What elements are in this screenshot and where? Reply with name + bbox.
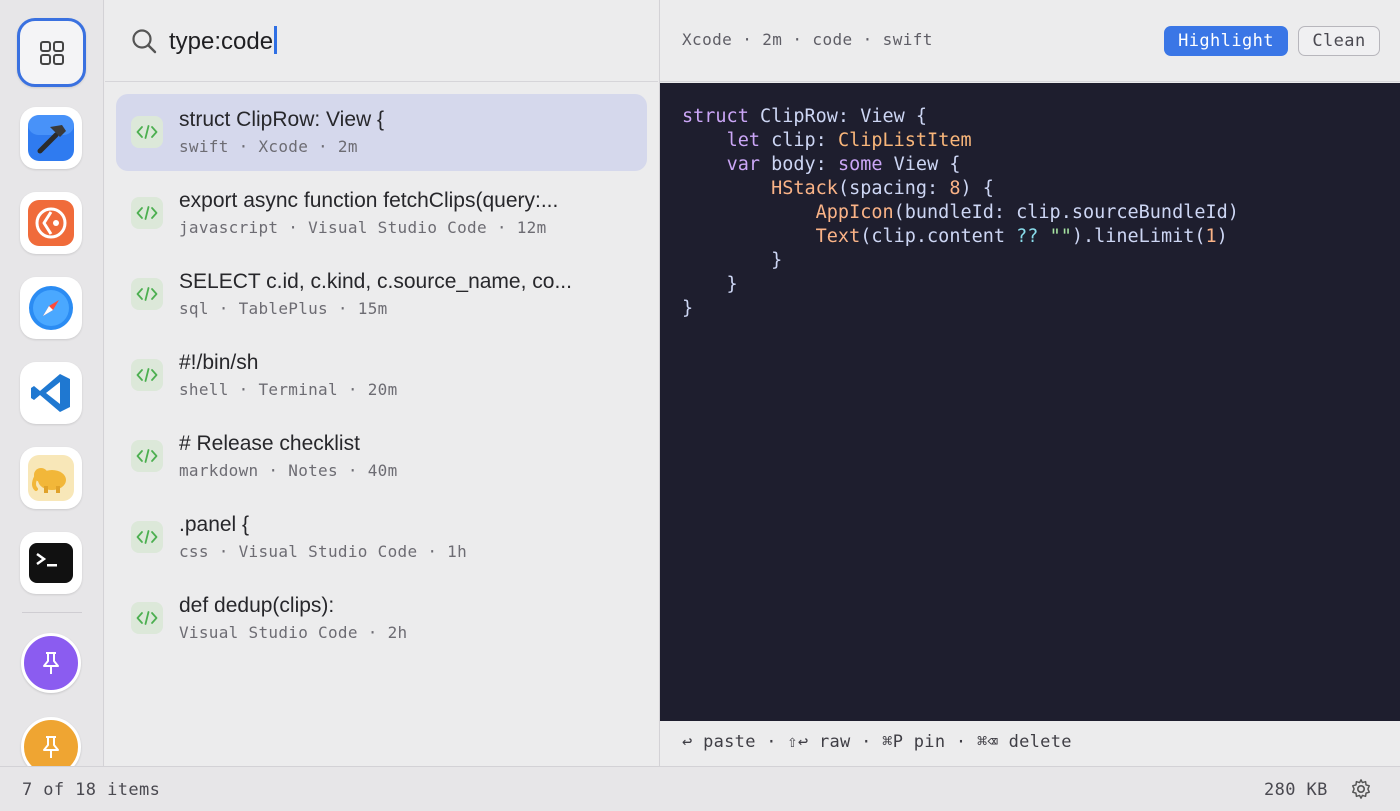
clip-title: # Release checklist (179, 432, 360, 455)
text-caret (274, 26, 278, 54)
clip-meta: javascript · Visual Studio Code · 12m (179, 218, 547, 237)
clip-meta: swift · Xcode · 2m (179, 137, 358, 156)
search-icon (132, 29, 157, 54)
clip-row[interactable]: struct ClipRow: View { swift · Xcode · 2m (116, 94, 647, 171)
code-line: struct ClipRow: View { (682, 106, 928, 127)
terminal-icon (29, 543, 73, 583)
code-icon (131, 440, 163, 472)
code-line: var body: some View { (726, 154, 961, 175)
xcode-hammer-icon (28, 115, 74, 161)
app-filter-xcode[interactable] (20, 107, 82, 169)
clip-list: struct ClipRow: View { swift · Xcode · 2m… (116, 94, 647, 661)
all-apps-button[interactable] (17, 18, 86, 87)
rail-separator (22, 612, 82, 613)
item-count: 7 of 18 items (22, 780, 161, 800)
clean-button[interactable]: Clean (1298, 26, 1380, 56)
code-line: } (682, 274, 738, 295)
clip-meta: sql · TablePlus · 15m (179, 299, 388, 318)
vscode-icon (31, 374, 70, 412)
code-line: let clip: ClipListItem (726, 130, 972, 151)
clip-detail-panel: Xcode · 2m · code · swift Highlight Clea… (659, 0, 1400, 766)
app-filter-terminal[interactable] (20, 532, 82, 594)
code-line: AppIcon(bundleId: clip.sourceBundleId) (815, 202, 1239, 223)
clip-row[interactable]: SELECT c.id, c.kind, c.source_name, co..… (116, 256, 647, 333)
highlight-button[interactable]: Highlight (1164, 26, 1288, 56)
clip-row[interactable]: #!/bin/sh shell · Terminal · 20m (116, 337, 647, 414)
clip-title: export async function fetchClips(query:.… (179, 189, 559, 212)
code-line: } (682, 298, 694, 319)
status-bar: 7 of 18 items 280 KB (0, 766, 1400, 811)
shortcut-hints: ↩ paste · ⇧↩ raw · ⌘P pin · ⌘⌫ delete (682, 732, 1072, 752)
clip-title: #!/bin/sh (179, 351, 259, 374)
clip-meta: markdown · Notes · 40m (179, 461, 398, 480)
code-icon (131, 197, 163, 229)
pin-board-purple[interactable] (21, 633, 81, 693)
app-filter-safari[interactable] (20, 277, 82, 339)
clip-title: SELECT c.id, c.kind, c.source_name, co..… (179, 270, 572, 293)
gear-icon[interactable] (1350, 778, 1372, 800)
clip-title: def dedup(clips): (179, 594, 335, 617)
code-icon (131, 602, 163, 634)
clip-meta: css · Visual Studio Code · 1h (179, 542, 468, 561)
clip-list-panel: type:code struct ClipRow: View { swift · … (105, 0, 658, 766)
code-icon (131, 359, 163, 391)
app-filter-tableplus[interactable] (20, 447, 82, 509)
pin-icon (43, 652, 59, 674)
code-line: } (682, 250, 783, 271)
code-line: Text(clip.content ?? "").lineLimit(1) (815, 226, 1228, 247)
clip-title: struct ClipRow: View { (179, 108, 385, 131)
clip-row[interactable]: # Release checklist markdown · Notes · 40… (116, 418, 647, 495)
elephant-icon (28, 455, 74, 501)
search-input[interactable]: type:code (169, 26, 278, 56)
code-line: HStack(spacing: 8) { (771, 178, 994, 199)
clip-row[interactable]: def dedup(clips): Visual Studio Code · 2h (116, 580, 647, 657)
clip-row[interactable]: .panel { css · Visual Studio Code · 1h (116, 499, 647, 576)
clip-title: .panel { (179, 513, 250, 536)
code-preview: struct ClipRow: View { let clip: ClipLis… (660, 83, 1400, 721)
clip-row[interactable]: export async function fetchClips(query:.… (116, 175, 647, 252)
clip-meta: Visual Studio Code · 2h (179, 623, 408, 642)
detail-meta: Xcode · 2m · code · swift (682, 30, 933, 49)
app-rail (0, 0, 104, 766)
storage-size: 280 KB (1264, 780, 1328, 800)
code-icon (131, 278, 163, 310)
code-icon (131, 521, 163, 553)
safari-compass-icon (29, 286, 73, 330)
clip-meta: shell · Terminal · 20m (179, 380, 398, 399)
pin-board-orange[interactable] (21, 717, 81, 766)
search-bar[interactable]: type:code (105, 0, 658, 82)
pin-icon (43, 736, 59, 758)
git-app-icon (28, 200, 74, 246)
app-filter-git[interactable] (20, 192, 82, 254)
code-icon (131, 116, 163, 148)
detail-header: Xcode · 2m · code · swift Highlight Clea… (660, 0, 1400, 82)
app-filter-vscode[interactable] (20, 362, 82, 424)
grid-icon (39, 40, 64, 65)
